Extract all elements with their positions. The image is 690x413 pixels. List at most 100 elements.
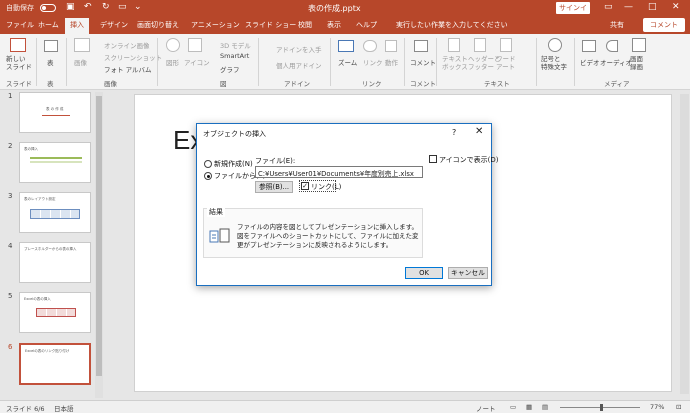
editor-scrollbar[interactable] bbox=[680, 94, 689, 394]
slide-thumbnail-5[interactable]: Excelの表の挿入 bbox=[19, 292, 91, 333]
slide-thumbnail-3[interactable]: 表のレイアウト設定 bbox=[19, 192, 91, 233]
table-icon[interactable] bbox=[44, 40, 58, 52]
tell-me-search[interactable]: 実行したい作業を入力してください bbox=[396, 20, 508, 30]
textbox-icon[interactable] bbox=[448, 38, 460, 52]
symbols-icon[interactable] bbox=[548, 38, 562, 52]
photo-album-button[interactable]: フォト アルバム bbox=[104, 64, 152, 74]
browse-button[interactable]: 参照(B)... bbox=[255, 181, 293, 193]
save-icon[interactable]: ▣ bbox=[66, 2, 75, 12]
tab-design[interactable]: デザイン bbox=[100, 20, 128, 30]
screen-record-button[interactable]: 画面 録画 bbox=[630, 55, 643, 71]
minimize-icon[interactable]: — bbox=[624, 2, 633, 12]
zoom-icon[interactable] bbox=[338, 40, 354, 52]
video-button[interactable]: ビデオ bbox=[580, 57, 600, 67]
icons-icon[interactable] bbox=[188, 38, 202, 52]
sorter-view-icon[interactable]: ▦ bbox=[526, 403, 532, 411]
create-new-label[interactable]: 新規作成(N) bbox=[214, 159, 253, 169]
close-window-icon[interactable]: ✕ bbox=[672, 2, 680, 12]
link-button[interactable]: リンク bbox=[363, 57, 383, 67]
help-icon[interactable]: ? bbox=[452, 128, 456, 137]
action-button[interactable]: 動作 bbox=[385, 57, 398, 67]
comment-icon[interactable] bbox=[414, 40, 428, 52]
autosave-toggle[interactable] bbox=[40, 4, 56, 12]
icons-button[interactable]: アイコン bbox=[184, 57, 210, 67]
link-checkbox[interactable]: ✓ bbox=[301, 182, 309, 190]
separator bbox=[36, 38, 37, 86]
thumbnail-scrollbar[interactable] bbox=[95, 92, 103, 398]
textbox-button[interactable]: テキスト ボックス bbox=[442, 55, 468, 71]
ribbon-display-icon[interactable]: ▭ bbox=[604, 2, 613, 12]
tab-home[interactable]: ホーム bbox=[38, 20, 59, 30]
zoom-slider-knob[interactable] bbox=[600, 404, 603, 411]
reading-view-icon[interactable]: ▤ bbox=[542, 403, 548, 411]
comment-button[interactable]: コメント bbox=[643, 18, 685, 32]
qat-dropdown-icon[interactable]: ⌄ bbox=[134, 2, 142, 12]
tab-view[interactable]: 表示 bbox=[327, 20, 341, 30]
maximize-icon[interactable]: □ bbox=[648, 2, 657, 12]
zoom-button[interactable]: ズーム bbox=[338, 57, 357, 67]
screen-record-icon[interactable] bbox=[632, 38, 646, 52]
get-addins-button[interactable]: アドインを入手 bbox=[276, 44, 322, 54]
table-button[interactable]: 表 bbox=[47, 57, 54, 67]
from-file-radio[interactable] bbox=[204, 172, 212, 180]
signin-button[interactable]: サインイン bbox=[556, 2, 590, 24]
image-icon[interactable] bbox=[74, 38, 90, 52]
autosave-label: 自動保存 bbox=[6, 4, 34, 12]
slide-thumbnail-1[interactable]: 表 の 作 成 bbox=[19, 92, 91, 133]
display-as-icon-checkbox[interactable] bbox=[429, 155, 437, 163]
shapes-button[interactable]: 図形 bbox=[166, 57, 179, 67]
thumbnail-table bbox=[30, 157, 82, 159]
share-button[interactable]: 共有 bbox=[610, 20, 624, 30]
tab-file[interactable]: ファイル bbox=[6, 20, 34, 30]
tab-help[interactable]: ヘルプ bbox=[356, 20, 377, 30]
screenshot-button[interactable]: スクリーンショット bbox=[104, 52, 162, 62]
tab-insert[interactable]: 挿入 bbox=[65, 18, 89, 34]
ok-button[interactable]: OK bbox=[405, 267, 443, 279]
wordart-button[interactable]: ワード アート bbox=[496, 55, 516, 71]
tab-slideshow[interactable]: スライド ショー bbox=[245, 20, 296, 30]
separator bbox=[157, 38, 158, 86]
graph-button[interactable]: グラフ bbox=[220, 64, 240, 74]
audio-icon[interactable] bbox=[606, 40, 618, 52]
wordart-icon[interactable] bbox=[500, 38, 512, 52]
audio-button[interactable]: オーディオ bbox=[600, 57, 632, 67]
scrollbar-thumb[interactable] bbox=[96, 96, 102, 376]
3d-model-button[interactable]: 3D モデル bbox=[220, 40, 251, 50]
separator bbox=[404, 38, 405, 86]
notes-button[interactable]: ノート bbox=[476, 403, 496, 413]
undo-icon[interactable]: ↶ bbox=[84, 2, 92, 12]
online-image-button[interactable]: オンライン画像 bbox=[104, 40, 150, 50]
language-indicator[interactable]: 日本語 bbox=[54, 403, 74, 413]
zoom-level[interactable]: 77% bbox=[650, 403, 664, 411]
redo-icon[interactable]: ↻ bbox=[102, 2, 110, 12]
cancel-button[interactable]: キャンセル bbox=[448, 267, 488, 279]
slide-thumbnail-2[interactable]: 表の挿入 bbox=[19, 142, 91, 183]
header-footer-icon[interactable] bbox=[474, 38, 486, 52]
symbols-button[interactable]: 記号と 特殊文字 bbox=[541, 55, 567, 71]
create-new-radio[interactable] bbox=[204, 160, 212, 168]
personal-addins-button[interactable]: 個人用アドイン bbox=[276, 60, 322, 70]
tab-review[interactable]: 校閲 bbox=[298, 20, 312, 30]
action-icon[interactable] bbox=[385, 40, 397, 52]
group-addins: アドイン bbox=[284, 80, 310, 88]
image-button[interactable]: 画像 bbox=[74, 57, 87, 67]
link-label[interactable]: リンク(L) bbox=[311, 182, 341, 192]
link-icon[interactable] bbox=[363, 40, 377, 52]
slideshow-icon[interactable]: ▭ bbox=[118, 2, 127, 12]
display-as-icon-label[interactable]: アイコンで表示(D) bbox=[439, 155, 499, 165]
shapes-icon[interactable] bbox=[166, 38, 180, 52]
group-images: 画像 bbox=[104, 80, 117, 88]
video-icon[interactable] bbox=[582, 40, 596, 52]
tab-transitions[interactable]: 画面切り替え bbox=[137, 20, 179, 30]
file-path-input[interactable]: C:¥Users¥User01¥Documents¥年度別売上.xlsx bbox=[255, 166, 423, 178]
slide-thumbnail-4[interactable]: プレースホルダーからの表の挿入 bbox=[19, 242, 91, 283]
close-icon[interactable]: ✕ bbox=[475, 126, 483, 137]
tab-animations[interactable]: アニメーション bbox=[191, 20, 240, 30]
normal-view-icon[interactable]: ▭ bbox=[510, 403, 516, 411]
slide-thumbnail-6[interactable]: Excelの表のリンク貼り付け bbox=[19, 343, 91, 385]
new-slide-icon[interactable] bbox=[10, 38, 26, 52]
new-slide-button[interactable]: 新しい スライド bbox=[6, 55, 32, 71]
smartart-button[interactable]: SmartArt bbox=[220, 52, 249, 60]
fit-slide-icon[interactable]: ⊡ bbox=[676, 403, 681, 411]
insert-comment-button[interactable]: コメント bbox=[410, 57, 436, 67]
